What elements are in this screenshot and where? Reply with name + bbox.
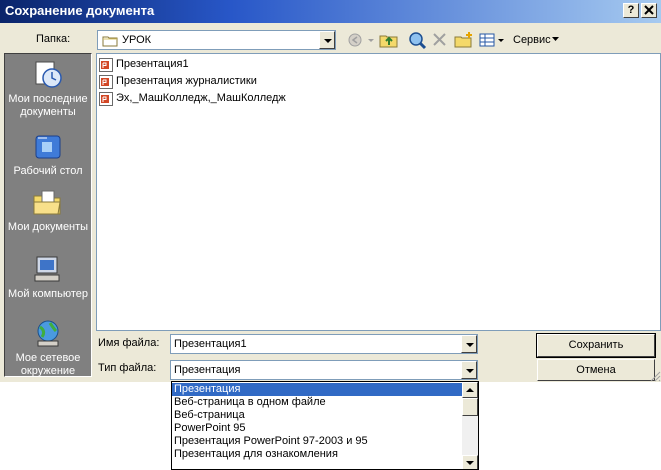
- place-label: Мой компьютер: [7, 288, 89, 300]
- powerpoint-file-icon: [99, 75, 113, 89]
- place-desktop[interactable]: Рабочий стол: [5, 132, 91, 178]
- powerpoint-file-icon: [99, 92, 113, 106]
- dropdown-option[interactable]: Веб-страница: [172, 409, 462, 422]
- filename-label: Имя файла:: [98, 337, 160, 349]
- chevron-down-icon[interactable]: [319, 31, 335, 49]
- service-label: Сервис: [513, 34, 551, 46]
- help-button[interactable]: ?: [623, 3, 639, 18]
- up-folder-button[interactable]: [378, 30, 400, 50]
- dropdown-option[interactable]: Презентация: [172, 383, 462, 396]
- scroll-down-button[interactable]: [462, 455, 478, 469]
- powerpoint-file-icon: [99, 58, 113, 72]
- close-button[interactable]: [641, 3, 657, 18]
- folder-icon: [102, 36, 118, 47]
- dropdown-option[interactable]: PowerPoint 95: [172, 422, 462, 435]
- place-my-documents[interactable]: Мои документы: [5, 188, 91, 234]
- scroll-thumb[interactable]: [462, 398, 478, 416]
- dropdown-option[interactable]: Презентация для ознакомления: [172, 448, 462, 461]
- chevron-down-icon: [466, 461, 474, 465]
- filetype-label: Тип файла:: [98, 362, 157, 374]
- back-icon: [348, 33, 374, 47]
- file-list[interactable]: Презентация1 Презентация журналистики Эх…: [96, 53, 661, 331]
- place-my-computer[interactable]: Мой компьютер: [5, 255, 91, 301]
- resize-grip-icon[interactable]: [649, 370, 661, 382]
- network-places-icon: [37, 320, 59, 347]
- place-label: Мои последние документы: [8, 93, 88, 118]
- delete-button[interactable]: [430, 30, 450, 50]
- dialog-title: Сохранение документа: [5, 3, 155, 18]
- save-button[interactable]: Сохранить: [536, 333, 656, 358]
- title-bar: Сохранение документа ?: [0, 0, 661, 23]
- back-button[interactable]: [346, 30, 376, 50]
- filename-value: Презентация1: [174, 338, 247, 350]
- place-label: Мое сетевое окружение: [15, 352, 81, 377]
- scroll-up-button[interactable]: [462, 382, 478, 398]
- web-search-button[interactable]: [406, 30, 428, 50]
- file-name: Эх,_МашКолледж,_МашКолледж: [116, 92, 286, 104]
- chevron-down-icon[interactable]: [461, 361, 477, 379]
- web-search-icon: [409, 32, 427, 50]
- dropdown-option[interactable]: Презентация PowerPoint 97-2003 и 95: [172, 435, 462, 448]
- file-name: Презентация журналистики: [116, 75, 257, 87]
- filetype-select[interactable]: Презентация: [170, 360, 478, 380]
- dropdown-arrow-icon: [552, 37, 559, 41]
- place-recent-documents[interactable]: Мои последние документы: [5, 60, 91, 119]
- service-menu-button[interactable]: Сервис: [509, 30, 559, 50]
- place-label: Мои документы: [7, 221, 89, 233]
- close-icon: [644, 5, 654, 15]
- location-value: УРОК: [122, 34, 152, 46]
- desktop-icon: [35, 135, 61, 159]
- dropdown-scrollbar[interactable]: [462, 382, 478, 469]
- up-folder-icon: [379, 35, 398, 48]
- my-documents-icon: [33, 190, 61, 215]
- views-button[interactable]: [478, 30, 506, 50]
- place-network[interactable]: Мое сетевое окружение: [5, 319, 91, 378]
- location-label: Папка:: [36, 33, 71, 45]
- filename-input[interactable]: Презентация1: [170, 334, 478, 354]
- chevron-up-icon: [466, 388, 474, 392]
- save-dialog: Сохранение документа ? Папка: УРОК Серви…: [0, 0, 661, 382]
- filetype-value: Презентация: [174, 364, 241, 376]
- new-folder-button[interactable]: [453, 30, 475, 50]
- recent-documents-icon: [35, 61, 62, 88]
- dropdown-option[interactable]: Веб-страница в одном файле: [172, 396, 462, 409]
- location-combo[interactable]: УРОК: [97, 30, 336, 50]
- new-folder-icon: [454, 32, 472, 48]
- cancel-button[interactable]: Отмена: [537, 359, 655, 381]
- my-computer-icon: [34, 256, 60, 282]
- views-icon: [479, 33, 504, 47]
- place-label: Рабочий стол: [13, 165, 83, 177]
- filetype-dropdown[interactable]: Презентация Веб-страница в одном файле В…: [171, 381, 479, 470]
- file-name: Презентация1: [116, 58, 189, 70]
- delete-icon: [433, 33, 446, 46]
- places-bar: Мои последние документы Рабочий стол Мои…: [4, 53, 92, 377]
- chevron-down-icon[interactable]: [461, 335, 477, 353]
